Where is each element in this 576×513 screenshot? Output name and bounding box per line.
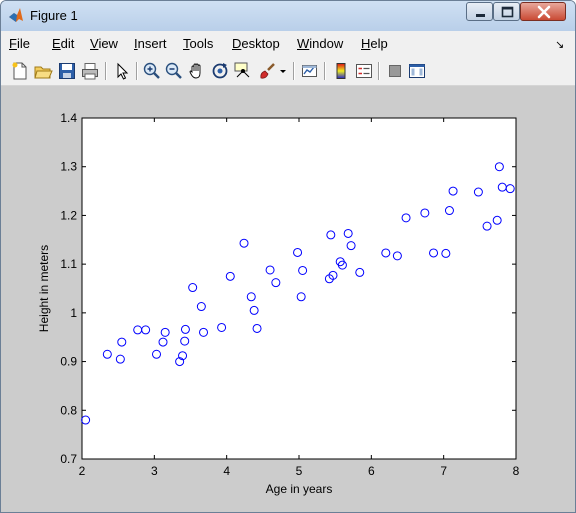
zoom-out-icon[interactable] <box>164 61 184 81</box>
x-tick-label: 6 <box>368 464 375 478</box>
maximize-button[interactable] <box>493 2 520 21</box>
data-cursor-icon[interactable] <box>233 61 253 81</box>
x-tick-label: 3 <box>151 464 158 478</box>
menu-bar: File Edit View Insert Tools Desktop Wind… <box>1 31 575 55</box>
figure-canvas: 2 3 4 5 6 7 8 0.7 0.8 0.9 1 1.1 1.2 1.3 1.4 Age in year… <box>1 86 575 512</box>
save-icon[interactable] <box>57 61 77 81</box>
edit-plot-arrow-icon[interactable] <box>112 61 132 81</box>
y-tick-label: 1.3 <box>60 160 77 174</box>
open-file-icon[interactable] <box>33 61 53 81</box>
y-tick-label: 1.2 <box>60 208 77 222</box>
x-tick-label: 8 <box>513 464 520 478</box>
menu-desktop[interactable]: Desktop <box>232 36 280 51</box>
insert-legend-icon[interactable] <box>354 61 374 81</box>
figure-toolbar <box>1 57 575 86</box>
figure-window: Figure 1 File Edit View Insert Tools Des… <box>0 0 576 513</box>
insert-colorbar-icon[interactable] <box>331 61 351 81</box>
x-tick-label: 4 <box>223 464 230 478</box>
menu-tools[interactable]: Tools <box>183 36 213 51</box>
minimize-icon <box>476 14 485 17</box>
x-tick-label: 5 <box>296 464 303 478</box>
toolbar-separator <box>324 62 326 80</box>
y-tick-label: 0.9 <box>60 355 77 369</box>
menu-dock-arrow-icon[interactable]: ↘ <box>555 38 564 51</box>
link-plot-icon[interactable] <box>300 61 320 81</box>
new-figure-icon[interactable] <box>10 61 30 81</box>
toolbar-separator <box>378 62 380 80</box>
menu-help[interactable]: Help <box>361 36 388 51</box>
matlab-logo-icon <box>9 8 23 22</box>
menu-insert[interactable]: Insert <box>134 36 167 51</box>
pan-hand-icon[interactable] <box>187 61 207 81</box>
x-tick-label: 2 <box>79 464 86 478</box>
close-icon <box>537 5 551 19</box>
toolbar-separator <box>293 62 295 80</box>
toolbar-separator <box>105 62 107 80</box>
brush-icon[interactable] <box>257 61 277 81</box>
maximize-icon <box>501 6 514 18</box>
print-icon[interactable] <box>80 61 100 81</box>
menu-window[interactable]: Window <box>297 36 343 51</box>
y-tick-label: 1.1 <box>60 257 77 271</box>
menu-file[interactable]: File <box>9 36 30 51</box>
menu-edit[interactable]: Edit <box>52 36 74 51</box>
hide-plot-tools-icon[interactable] <box>385 61 405 81</box>
window-title: Figure 1 <box>30 8 78 23</box>
toolbar-separator <box>136 62 138 80</box>
menu-view[interactable]: View <box>90 36 118 51</box>
x-axis-label: Age in years <box>266 482 333 496</box>
y-tick-label: 0.7 <box>60 452 77 466</box>
scatter-plot: 2 3 4 5 6 7 8 0.7 0.8 0.9 1 1.1 1.2 1.3 1.4 Age in year… <box>37 111 520 496</box>
rotate-3d-icon[interactable] <box>210 61 230 81</box>
y-axis-label: Height in meters <box>37 245 51 332</box>
y-tick-label: 1 <box>70 306 77 320</box>
x-tick-label: 7 <box>440 464 447 478</box>
minimize-button[interactable] <box>466 2 493 21</box>
axes-box <box>81 117 517 460</box>
y-tick-label: 1.4 <box>60 111 77 125</box>
brush-dropdown-icon[interactable] <box>277 61 289 81</box>
close-button[interactable] <box>520 2 566 21</box>
zoom-in-icon[interactable] <box>142 61 162 81</box>
show-plot-tools-icon[interactable] <box>407 61 427 81</box>
title-bar[interactable]: Figure 1 <box>1 1 575 31</box>
y-tick-label: 0.8 <box>60 403 77 417</box>
